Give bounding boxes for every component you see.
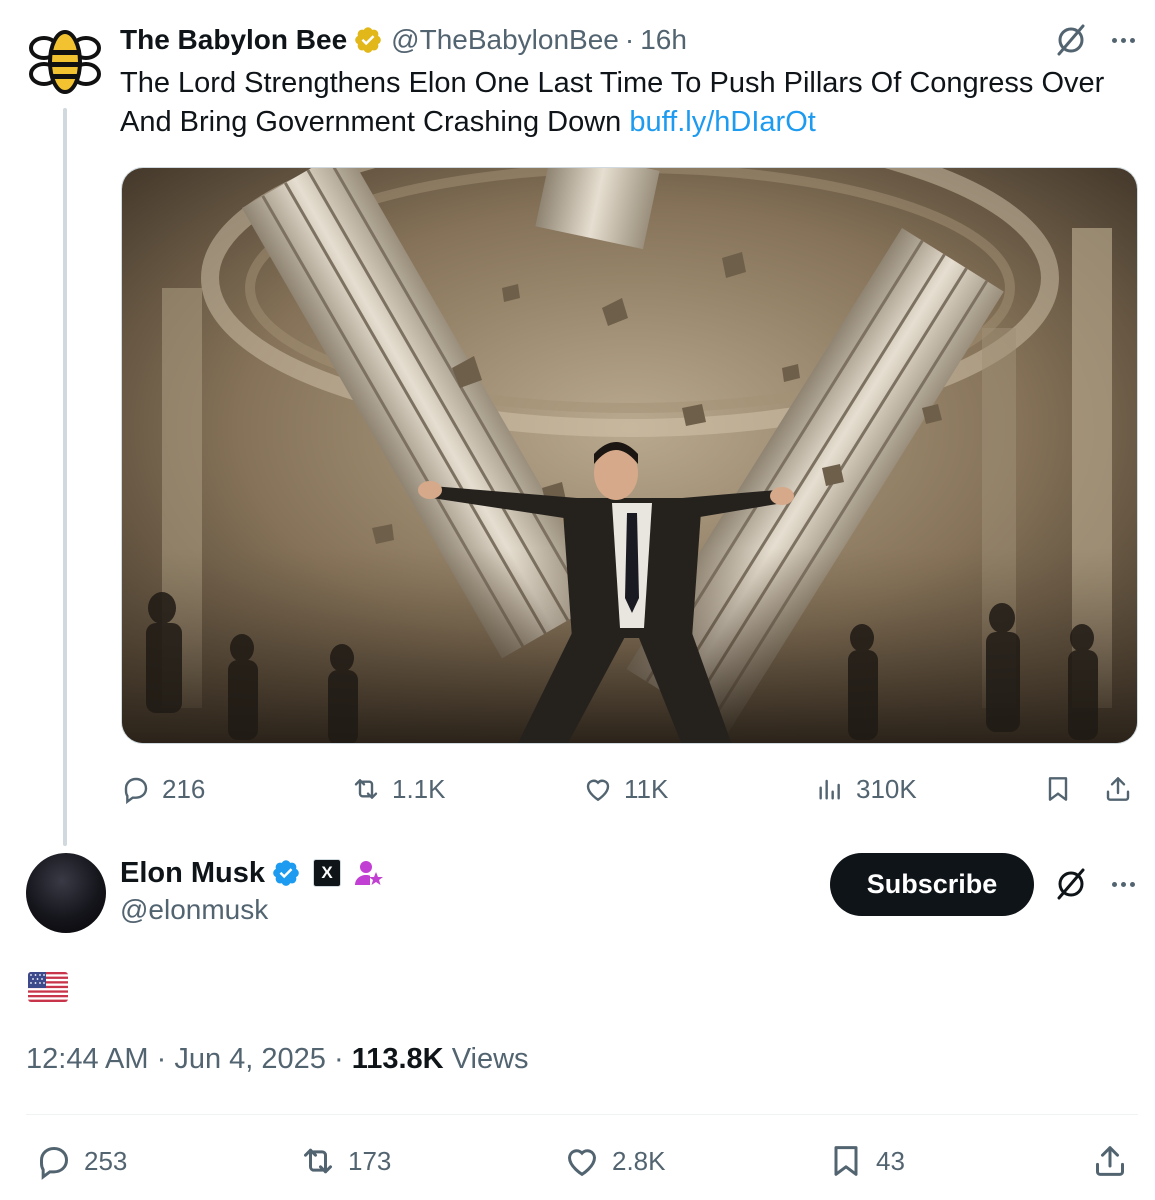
share-icon: [1096, 1146, 1124, 1176]
main-like-action[interactable]: 2.8K: [562, 1143, 666, 1179]
main-handle[interactable]: @elonmusk: [120, 894, 268, 926]
main-tweet-actions-top: [1054, 866, 1135, 902]
bookmark-icon: [1048, 777, 1068, 801]
x-logo-icon: X: [321, 863, 333, 882]
reply-icon: [124, 777, 148, 805]
parent-view-count: 310K: [856, 773, 917, 804]
tweet-timestamp-views: 12:44 AM · Jun 4, 2025 · 113.8K Views: [26, 1043, 529, 1076]
grok-icon[interactable]: [1054, 867, 1088, 901]
share-icon: [1106, 777, 1130, 801]
us-flag-icon: [28, 972, 68, 1002]
parent-like-count: 11K: [624, 773, 669, 804]
tweet-date[interactable]: Jun 4, 2025: [174, 1043, 326, 1075]
parent-reply-count: 216: [162, 773, 206, 804]
parent-tweet-text: The Lord Strengthens Elon One Last Time …: [120, 64, 1140, 142]
verified-gold-badge-icon: [353, 25, 383, 55]
bookmark-icon: [834, 1146, 858, 1176]
main-repost-action[interactable]: 173: [298, 1143, 391, 1179]
main-like-count: 2.8K: [612, 1145, 666, 1176]
grok-icon[interactable]: [1054, 23, 1088, 57]
parent-tweet-actions-top: [1054, 22, 1135, 58]
reply-icon: [40, 1146, 69, 1180]
divider: [26, 1114, 1138, 1115]
parent-handle[interactable]: @TheBabylonBee: [391, 24, 619, 56]
main-display-name[interactable]: Elon Musk: [120, 857, 265, 890]
main-bookmark-count: 43: [876, 1145, 905, 1176]
like-icon: [586, 779, 610, 802]
parent-bookmark-action[interactable]: [1042, 771, 1074, 807]
more-icon[interactable]: [1112, 37, 1135, 43]
parent-tweet-header: The Babylon Bee @TheBabylonBee · 16h: [120, 22, 687, 58]
parent-like-action[interactable]: 11K: [582, 771, 668, 807]
repost-icon: [354, 779, 378, 799]
main-tweet-author: Elon Musk X: [120, 855, 385, 891]
babylon-bee-avatar[interactable]: [26, 22, 104, 100]
parent-repost-action[interactable]: 1.1K: [350, 771, 446, 807]
parent-reply-action[interactable]: 216: [120, 771, 205, 807]
main-reply-count: 253: [84, 1145, 128, 1176]
x-affiliate-badge[interactable]: X: [313, 859, 342, 887]
more-icon[interactable]: [1112, 881, 1135, 887]
header-separator: ·: [624, 24, 635, 55]
meta-separator: ·: [156, 1043, 167, 1075]
tweet-time[interactable]: 12:44 AM: [26, 1043, 149, 1075]
parent-repost-count: 1.1K: [392, 773, 446, 804]
parent-display-name[interactable]: The Babylon Bee: [120, 24, 347, 56]
parent-tweet-body: The Lord Strengthens Elon One Last Time …: [120, 67, 1105, 138]
premium-subscriber-icon: [353, 857, 385, 889]
parent-time-ago[interactable]: 16h: [640, 24, 687, 56]
collapsing-pillars-illustration: [122, 168, 1137, 743]
thread-connector-line: [63, 108, 67, 846]
main-bookmark-action[interactable]: 43: [826, 1143, 905, 1179]
parent-tweet-link[interactable]: buff.ly/hDIarOt: [629, 106, 815, 138]
meta-separator: ·: [333, 1043, 344, 1075]
like-icon: [567, 1149, 597, 1177]
main-repost-count: 173: [348, 1145, 392, 1176]
elon-musk-avatar[interactable]: [26, 853, 106, 933]
parent-views-action[interactable]: 310K: [814, 771, 917, 807]
views-count: 113.8K: [351, 1043, 444, 1075]
main-share-action[interactable]: [1090, 1143, 1130, 1179]
views-label: Views: [451, 1043, 529, 1075]
views-icon: [819, 779, 840, 800]
verified-blue-badge-icon: [271, 858, 301, 888]
parent-share-action[interactable]: [1102, 771, 1134, 807]
main-reply-action[interactable]: 253: [34, 1143, 128, 1180]
parent-tweet-image[interactable]: [121, 167, 1138, 744]
subscribe-button[interactable]: Subscribe: [830, 853, 1034, 916]
repost-icon: [304, 1148, 332, 1174]
